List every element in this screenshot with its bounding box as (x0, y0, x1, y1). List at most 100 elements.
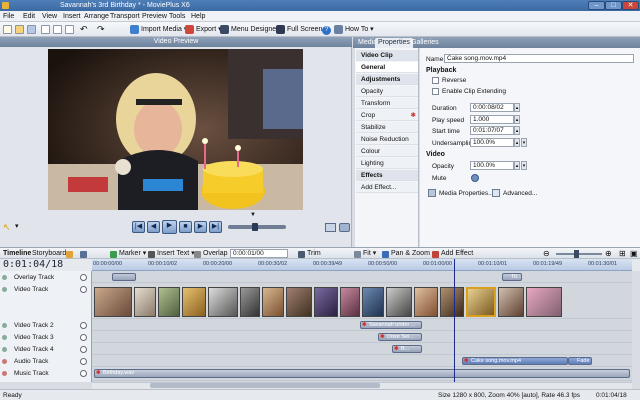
tab-timeline[interactable]: Timeline (3, 249, 31, 259)
video-clip-thumbnail[interactable] (386, 287, 412, 317)
prop-item-lighting[interactable]: Lighting (356, 158, 418, 169)
menu-view[interactable]: View (42, 13, 57, 20)
paste-icon[interactable] (65, 25, 74, 34)
close-button[interactable]: ✕ (622, 1, 639, 10)
play-speed-spinner[interactable]: ▴ (514, 115, 520, 124)
opacity-dropdown[interactable]: ▾ (521, 161, 527, 170)
video-clip-thumbnail[interactable] (262, 287, 284, 317)
menu-preview[interactable]: Preview (142, 13, 167, 20)
undo-icon[interactable]: ↶ (80, 25, 89, 34)
menu-edit[interactable]: Edit (23, 13, 35, 20)
undersampling-field[interactable]: 100.0% (470, 138, 514, 147)
media-properties-button[interactable]: Media Properties... (439, 190, 494, 197)
video3-clip[interactable]: ✱ Dove Sei... (378, 333, 422, 341)
fit-button[interactable]: Fit ▾ (354, 249, 376, 259)
minimize-button[interactable]: – (588, 1, 605, 10)
track-visibility-icon[interactable] (80, 346, 87, 353)
mute-toggle[interactable] (471, 174, 479, 182)
duration-spinner[interactable]: ▴ (514, 103, 520, 112)
prop-item-noise-reduction[interactable]: Noise Reduction (356, 134, 418, 145)
zoom-slider[interactable] (556, 253, 602, 255)
prop-item-video-clip[interactable]: Video Clip (356, 50, 418, 61)
video-clip-thumbnail[interactable] (286, 287, 312, 317)
copy-icon[interactable] (53, 25, 62, 34)
overlap-field[interactable]: 0:00:01/00 (230, 249, 288, 258)
zoom-in-icon[interactable]: ⊕ (605, 249, 612, 258)
menu-designer-button[interactable]: Menu Designer (220, 25, 278, 34)
tool-dropdown-icon[interactable]: ▾ (15, 222, 19, 230)
tab-storyboard[interactable]: Storyboard (32, 249, 66, 259)
video-clip-thumbnail[interactable] (498, 287, 524, 317)
play-button[interactable]: ▶ (162, 220, 177, 234)
zoom-to-fit-icon[interactable]: ⊞ (619, 249, 626, 258)
prop-item-effects[interactable]: Effects (356, 170, 418, 181)
menu-insert[interactable]: Insert (63, 13, 81, 20)
how-to-button[interactable]: How To ▾ (334, 25, 374, 34)
selected-video-clip[interactable] (466, 287, 496, 317)
play-speed-field[interactable]: 1.000 (470, 115, 514, 124)
clip-extending-checkbox[interactable] (432, 88, 439, 95)
app-icon[interactable] (2, 2, 9, 9)
video-clip-thumbnail[interactable] (314, 287, 338, 317)
video-clip-thumbnail[interactable] (134, 287, 156, 317)
prop-item-add-effect[interactable]: Add Effect... (356, 182, 418, 193)
video4-clip[interactable]: ✱ B... (392, 345, 422, 353)
preview-size-icon[interactable] (325, 223, 336, 232)
timeline-tracks[interactable]: Tit... ✱ Savannah under ... ✱ Dove Sei... … (92, 271, 632, 382)
track-speaker-icon[interactable] (80, 358, 87, 365)
advanced-button[interactable]: Advanced... (503, 190, 537, 197)
start-time-spinner[interactable]: ▴ (514, 126, 520, 135)
zoom-slider-thumb[interactable] (574, 250, 579, 258)
video-clip-thumbnail[interactable] (208, 287, 238, 317)
video-clip-thumbnail[interactable] (362, 287, 384, 317)
insert-text-button[interactable]: Insert Text ▾ (148, 249, 195, 259)
video-clip-thumbnail[interactable] (182, 287, 206, 317)
track-visibility-icon[interactable] (80, 322, 87, 329)
pointer-tool-icon[interactable]: ↖ (3, 222, 11, 233)
step-forward-button[interactable]: ▶ (194, 221, 207, 233)
undersampling-spinner[interactable]: ▴ (514, 138, 520, 147)
save-icon[interactable] (27, 25, 36, 34)
track-visibility-icon[interactable] (80, 274, 87, 281)
menu-transport[interactable]: Transport (110, 13, 140, 20)
stop-button[interactable]: ■ (179, 221, 192, 233)
go-start-button[interactable]: |◀ (132, 221, 145, 233)
maximize-button[interactable]: □ (605, 1, 622, 10)
prop-item-stabilize[interactable]: Stabilize (356, 122, 418, 133)
import-media-button[interactable]: Import Media ▾ (130, 25, 187, 34)
video-clip-thumbnail[interactable] (414, 287, 438, 317)
reverse-checkbox[interactable] (432, 77, 439, 84)
track-visibility-icon[interactable] (80, 334, 87, 341)
name-field[interactable]: Cake song.mov.mp4 (444, 54, 634, 63)
export-button[interactable]: Export ▾ (185, 25, 222, 34)
playhead[interactable] (454, 259, 455, 382)
track-visibility-icon[interactable] (80, 286, 87, 293)
audio-clip-fade[interactable]: Fade (568, 357, 592, 365)
video-clip-thumbnail[interactable] (440, 287, 464, 317)
tab-galleries[interactable]: Galleries (408, 38, 442, 48)
undersampling-dropdown[interactable]: ▾ (521, 138, 527, 147)
video-clip-thumbnail[interactable] (94, 287, 132, 317)
trim-button[interactable]: Trim (298, 249, 321, 259)
start-time-field[interactable]: 0:01:07/07 (470, 126, 514, 135)
prop-item-general[interactable]: General (356, 62, 418, 73)
menu-arrange[interactable]: Arrange (84, 13, 109, 20)
pan-zoom-button[interactable]: Pan & Zoom (382, 249, 430, 259)
timeline-settings-icon[interactable]: ▣ (630, 249, 638, 258)
prop-item-adjustments[interactable]: Adjustments (356, 74, 418, 85)
timeline-scrollbar-thumb[interactable] (150, 383, 380, 388)
marker-button[interactable]: Marker ▾ (110, 249, 146, 259)
new-file-icon[interactable] (3, 25, 12, 34)
opacity-field[interactable]: 100.0% (470, 161, 514, 170)
video-clip-thumbnail[interactable] (340, 287, 360, 317)
snapshot-camera-icon[interactable] (339, 223, 350, 232)
current-timecode[interactable]: 0:01:04/18 (3, 259, 91, 271)
audio-clip[interactable]: ✱ Cake song.mov.mp4 (462, 357, 568, 365)
timeline-ruler[interactable]: 00:00:00/00 00:00:10/02 00:00:20/00 00:0… (92, 259, 632, 271)
scrub-slider-thumb[interactable] (252, 223, 258, 231)
prop-item-transform[interactable]: Transform (356, 98, 418, 109)
prop-item-opacity[interactable]: Opacity (356, 86, 418, 97)
prop-item-crop[interactable]: Crop ✱ (356, 110, 418, 121)
redo-icon[interactable]: ↷ (97, 25, 106, 34)
video-clip-thumbnail[interactable] (526, 287, 562, 317)
